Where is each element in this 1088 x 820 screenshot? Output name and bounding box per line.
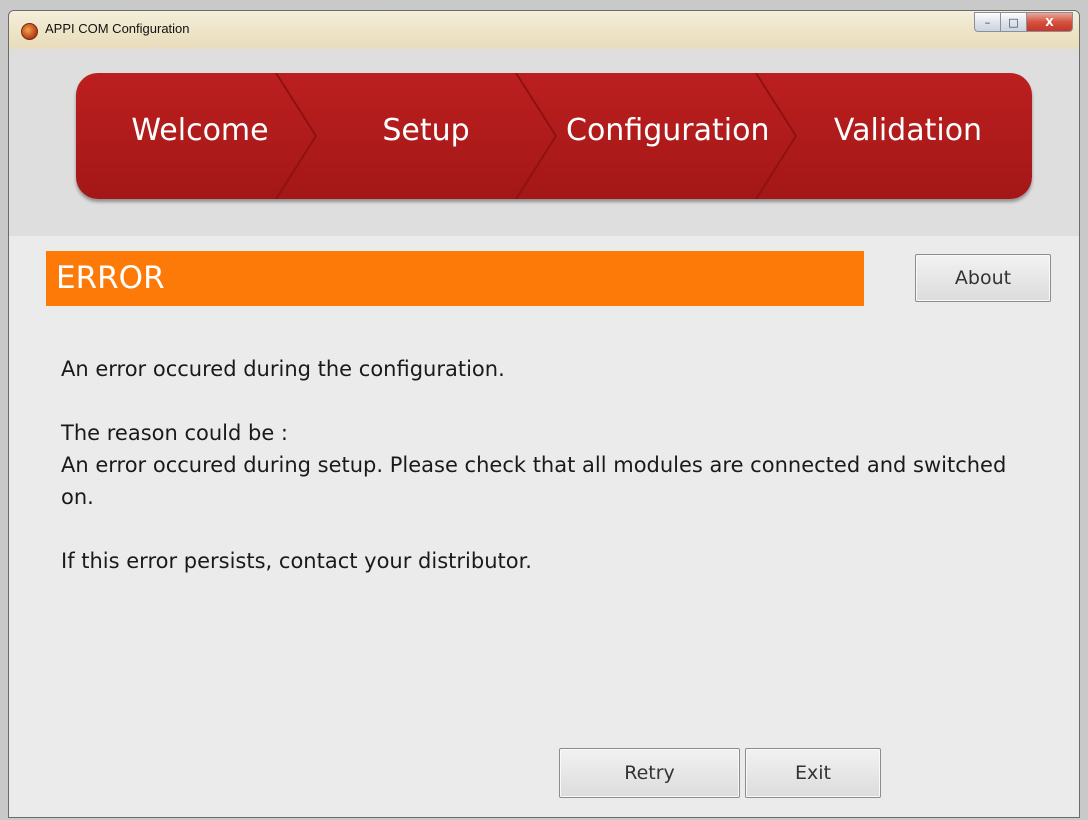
reason-label: The reason could be : xyxy=(61,421,289,445)
window-controls: – □ X xyxy=(974,12,1073,32)
step-validation: Validation xyxy=(833,113,983,148)
reason-text: An error occured during setup. Please ch… xyxy=(61,453,1007,509)
about-button[interactable]: About xyxy=(915,254,1051,302)
error-title: ERROR xyxy=(56,260,165,296)
close-icon: X xyxy=(1045,15,1054,29)
error-message: An error occured during the configuratio… xyxy=(61,353,1021,577)
minimize-icon: – xyxy=(984,15,991,29)
window-title: APPI COM Configuration xyxy=(45,21,190,36)
minimize-button[interactable]: – xyxy=(974,12,1001,32)
exit-button[interactable]: Exit xyxy=(745,748,881,798)
step-welcome: Welcome xyxy=(131,113,269,148)
app-window: APPI COM Configuration – □ X Welcome Set… xyxy=(8,10,1080,818)
step-setup: Setup xyxy=(382,113,470,148)
message-line: An error occured during the configuratio… xyxy=(61,357,505,381)
contact-text: If this error persists, contact your dis… xyxy=(61,549,532,573)
wizard-steps: Welcome Setup Configuration Validation xyxy=(76,73,1032,199)
app-logo-icon xyxy=(21,23,38,40)
header-band: Welcome Setup Configuration Validation xyxy=(9,49,1079,236)
title-bar: APPI COM Configuration – □ X xyxy=(9,11,1079,50)
error-banner: ERROR xyxy=(46,251,864,306)
close-button[interactable]: X xyxy=(1027,12,1073,32)
maximize-button[interactable]: □ xyxy=(1001,12,1027,32)
step-configuration: Configuration xyxy=(566,113,770,148)
maximize-icon: □ xyxy=(1008,15,1019,29)
retry-button[interactable]: Retry xyxy=(559,748,740,798)
